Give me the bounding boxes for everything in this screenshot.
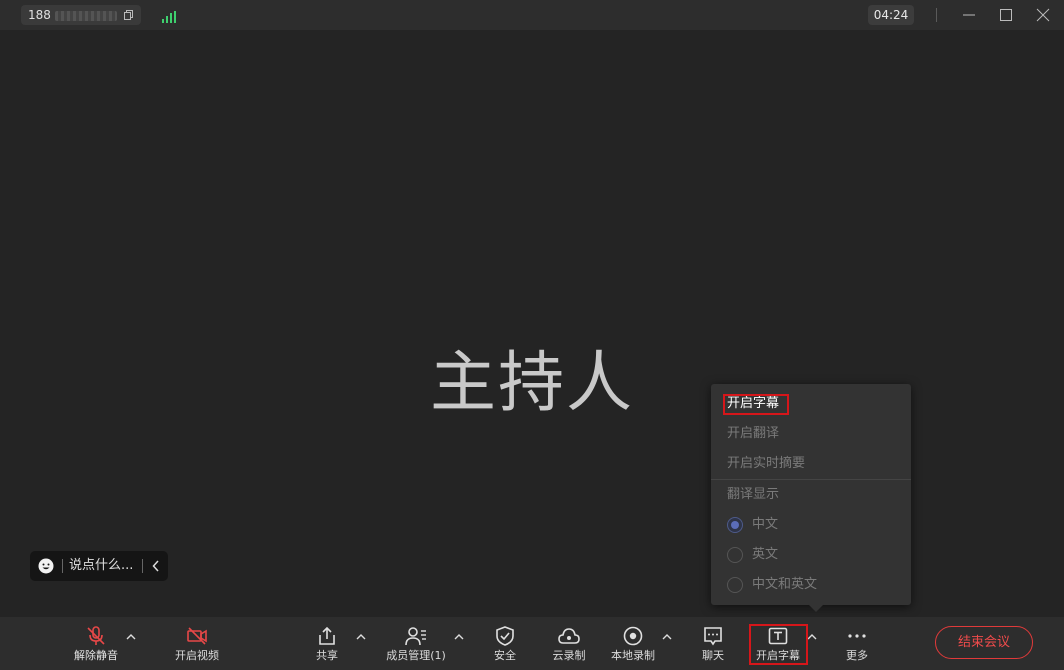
- share-button[interactable]: 共享: [307, 617, 347, 670]
- title-separator: [936, 8, 937, 22]
- bottom-toolbar: 解除静音 开启视频 共享 成员管理(1) 安全 云录制 本地录制 聊天 开启字幕…: [0, 617, 1064, 670]
- copy-icon[interactable]: [124, 10, 133, 20]
- radio-chinese-english[interactable]: [727, 577, 743, 593]
- cloud-record-button[interactable]: 云录制: [546, 617, 592, 670]
- chat-icon: [704, 627, 722, 646]
- share-label: 共享: [316, 649, 338, 662]
- unmute-label: 解除静音: [74, 649, 118, 662]
- meeting-id-badge[interactable]: 188: [21, 5, 141, 25]
- menu-divider: [711, 479, 911, 480]
- cloud-record-icon: [558, 628, 580, 644]
- caption-menu: 开启字幕 开启翻译 开启实时摘要 翻译显示 中文 英文 中文和英文: [711, 384, 911, 612]
- members-button[interactable]: 成员管理(1): [383, 617, 449, 670]
- highlight-box: [723, 394, 789, 415]
- meeting-id-text: 188: [28, 8, 51, 22]
- menu-item-enable-translation[interactable]: 开启翻译: [727, 424, 779, 444]
- radio-label-chinese[interactable]: 中文: [752, 515, 778, 535]
- radio-english[interactable]: [727, 547, 743, 563]
- radio-label-english[interactable]: 英文: [752, 545, 778, 565]
- more-button[interactable]: 更多: [837, 617, 877, 670]
- close-icon[interactable]: [1036, 8, 1050, 22]
- chat-button[interactable]: 聊天: [693, 617, 733, 670]
- cloud-record-label: 云录制: [552, 649, 586, 662]
- minimize-icon[interactable]: [962, 8, 976, 22]
- security-label: 安全: [494, 649, 516, 662]
- members-label: 成员管理(1): [386, 649, 446, 662]
- menu-pointer: [808, 604, 824, 612]
- title-bar: 188 04:24: [0, 0, 1064, 30]
- captions-highlight-box: [749, 624, 808, 665]
- members-icon: [405, 627, 426, 646]
- meeting-id-redacted: [54, 10, 117, 21]
- collapse-chevron-icon[interactable]: [152, 560, 160, 572]
- emoji-icon[interactable]: [38, 558, 54, 574]
- more-label: 更多: [846, 649, 868, 662]
- local-record-button[interactable]: 本地录制: [606, 617, 660, 670]
- unmute-button[interactable]: 解除静音: [66, 617, 126, 670]
- quick-chat-divider: [62, 559, 63, 573]
- meeting-timer: 04:24: [868, 5, 914, 25]
- chevron-up-icon[interactable]: [662, 633, 672, 641]
- maximize-icon[interactable]: [999, 8, 1013, 22]
- chevron-up-icon[interactable]: [356, 633, 366, 641]
- video-off-icon: [187, 627, 207, 645]
- chat-label: 聊天: [702, 649, 724, 662]
- radio-label-chinese-english[interactable]: 中文和英文: [752, 575, 817, 595]
- chevron-up-icon[interactable]: [454, 633, 464, 641]
- more-dots-icon: [848, 634, 866, 638]
- record-icon: [623, 626, 643, 646]
- signal-strength-icon[interactable]: [162, 11, 176, 23]
- security-button[interactable]: 安全: [485, 617, 525, 670]
- start-video-button[interactable]: 开启视频: [167, 617, 227, 670]
- local-record-label: 本地录制: [611, 649, 655, 662]
- quick-chat-input[interactable]: 说点什么...: [69, 551, 133, 581]
- menu-item-realtime-summary[interactable]: 开启实时摘要: [727, 454, 805, 474]
- share-icon: [319, 626, 335, 645]
- radio-chinese[interactable]: [727, 517, 743, 533]
- end-meeting-button[interactable]: 结束会议: [935, 626, 1033, 659]
- start-video-label: 开启视频: [175, 649, 219, 662]
- quick-chat-bar[interactable]: 说点什么...: [30, 551, 168, 581]
- translation-display-heading: 翻译显示: [727, 487, 780, 502]
- chevron-up-icon[interactable]: [807, 633, 817, 641]
- quick-chat-divider: [142, 559, 143, 573]
- mic-off-icon: [87, 626, 105, 645]
- chevron-up-icon[interactable]: [126, 633, 136, 641]
- shield-icon: [496, 626, 514, 646]
